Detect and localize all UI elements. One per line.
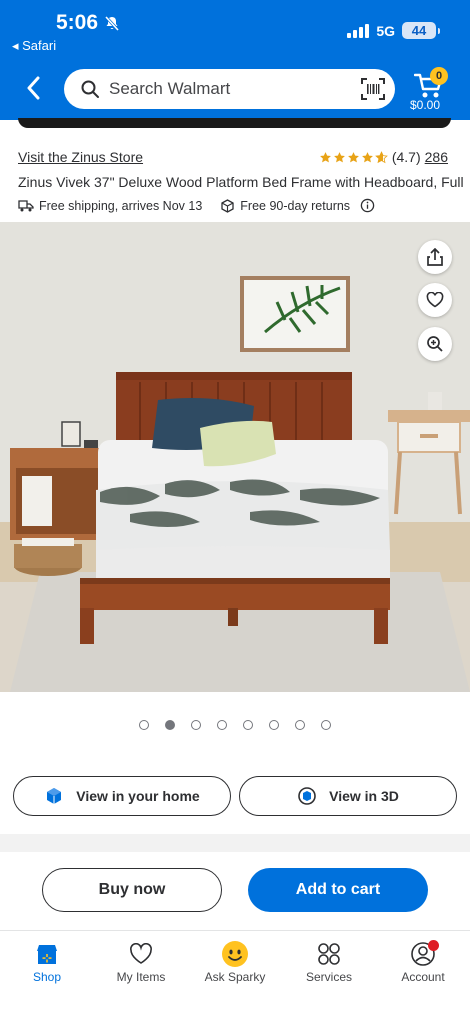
carousel-dot[interactable] — [321, 720, 331, 730]
rating-value: (4.7) — [391, 149, 421, 165]
zoom-in-icon — [427, 336, 443, 352]
carousel-dot[interactable] — [243, 720, 253, 730]
nav-ask-sparky[interactable]: Ask Sparky — [188, 939, 282, 984]
notification-dot — [428, 940, 439, 951]
services-icon — [318, 943, 340, 965]
half-star-icon — [374, 150, 388, 163]
add-to-cart-button[interactable]: Add to cart — [248, 868, 428, 912]
battery-icon: 44 — [402, 22, 440, 39]
carousel-dot-active[interactable] — [165, 720, 175, 730]
barcode-scan-icon[interactable] — [361, 78, 385, 100]
bed-frame-photo — [0, 222, 470, 692]
carousel-dot[interactable] — [295, 720, 305, 730]
bottom-navigation: Shop My Items Ask Sparky Services Accoun… — [0, 930, 470, 1020]
cart-count-badge: 0 — [430, 67, 448, 85]
carousel-dot[interactable] — [191, 720, 201, 730]
carousel-dot[interactable] — [269, 720, 279, 730]
status-time: 5:06 — [56, 11, 99, 34]
network-label: 5G — [376, 22, 395, 39]
search-input[interactable]: Search Walmart — [64, 69, 395, 109]
nav-label: My Items — [116, 970, 166, 984]
heart-icon — [130, 943, 152, 964]
visit-store-link[interactable]: Visit the Zinus Store — [18, 149, 143, 165]
search-icon — [80, 79, 100, 99]
returns-icon — [221, 198, 234, 213]
carousel-dot[interactable] — [139, 720, 149, 730]
returns-text: Free 90-day returns — [240, 198, 351, 213]
zoom-button[interactable] — [418, 327, 452, 361]
star-icon — [319, 151, 331, 162]
muted-bell-icon — [104, 15, 120, 31]
carousel-indicator — [0, 720, 470, 730]
nav-label: Shop — [32, 970, 62, 984]
star-rating — [319, 150, 388, 164]
carousel-dot[interactable] — [217, 720, 227, 730]
3d-rotate-icon — [298, 787, 316, 805]
buy-now-button[interactable]: Buy now — [42, 868, 222, 912]
view-in-home-button[interactable]: View in your home — [13, 776, 231, 816]
cart-button[interactable]: 0 $0.00 — [408, 64, 456, 116]
info-icon[interactable] — [360, 198, 375, 213]
nav-label: Services — [305, 970, 352, 984]
nav-label: Ask Sparky — [204, 970, 266, 984]
view-in-3d-label: View in 3D — [329, 788, 399, 804]
battery-level: 44 — [411, 23, 427, 38]
cart-total: $0.00 — [410, 98, 441, 112]
ar-cube-icon — [47, 788, 62, 804]
nav-shop[interactable]: Shop — [0, 939, 94, 984]
signal-icon — [347, 23, 370, 38]
nav-services[interactable]: Services — [282, 939, 376, 984]
back-arrow-icon[interactable] — [26, 76, 40, 100]
star-icon — [333, 151, 345, 162]
product-image[interactable] — [0, 222, 470, 692]
nav-label: Account — [401, 970, 445, 984]
star-icon — [361, 151, 373, 162]
nav-my-items[interactable]: My Items — [94, 939, 188, 984]
scrolled-content-edge — [18, 118, 451, 128]
section-divider — [0, 834, 470, 852]
fulfillment-row: Free shipping, arrives Nov 13 Free 90-da… — [18, 198, 375, 213]
review-count-link[interactable]: 286 — [425, 149, 448, 165]
truck-icon — [18, 199, 34, 211]
favorite-button[interactable] — [418, 283, 452, 317]
view-in-home-label: View in your home — [76, 788, 200, 804]
heart-icon — [426, 292, 444, 308]
shop-icon — [37, 945, 57, 964]
nav-account[interactable]: Account — [376, 939, 470, 984]
shipping-text: Free shipping, arrives Nov 13 — [39, 198, 203, 213]
back-app-label: Safari — [22, 38, 57, 53]
rating-summary[interactable]: (4.7) 286 — [319, 149, 448, 165]
view-in-3d-button[interactable]: View in 3D — [239, 776, 457, 816]
search-placeholder: Search Walmart — [109, 79, 231, 98]
sparky-icon — [222, 941, 248, 967]
share-button[interactable] — [418, 240, 452, 274]
star-icon — [347, 151, 359, 162]
product-title: Zinus Vivek 37" Deluxe Wood Platform Bed… — [18, 174, 464, 190]
share-icon — [427, 248, 443, 266]
top-bar: 5:06 ◂ Safari 5G 44 Search Walmart 0 $0. — [0, 0, 470, 120]
back-to-safari[interactable]: ◂ Safari — [12, 38, 56, 54]
status-indicators: 5G 44 — [347, 22, 440, 39]
